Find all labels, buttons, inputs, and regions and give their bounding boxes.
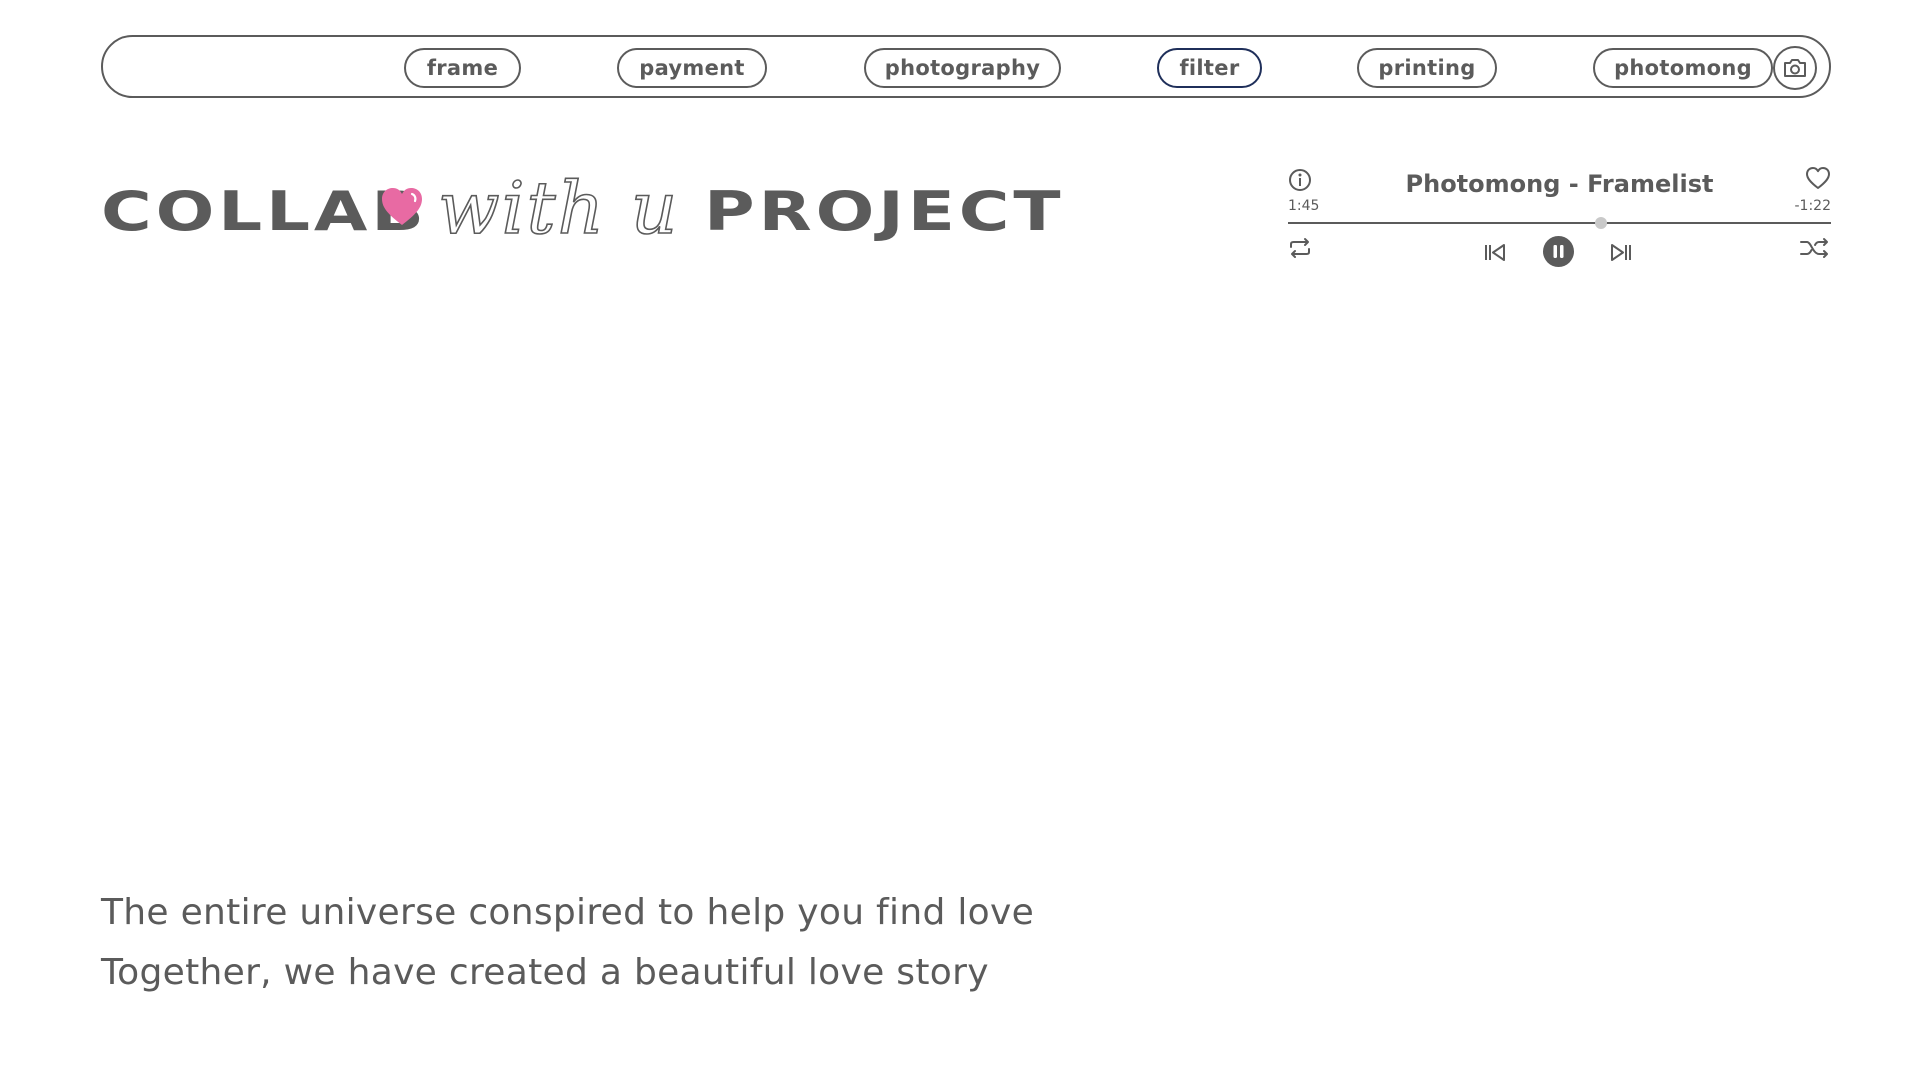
tagline-line-1: The entire universe conspired to help yo… [101, 892, 1035, 933]
track-title: Photomong - Framelist [1405, 170, 1714, 198]
pause-icon [1543, 236, 1574, 267]
previous-button[interactable] [1483, 240, 1507, 264]
headline-word-collab: COLLAB [101, 180, 428, 243]
tagline-line-2: Together, we have created a beautiful lo… [101, 952, 989, 993]
top-nav: frame payment photography filter printin… [101, 35, 1831, 98]
shuffle-button[interactable] [1799, 236, 1831, 260]
progress-knob[interactable] [1594, 217, 1607, 229]
repeat-button[interactable] [1288, 236, 1312, 260]
nav-item-frame[interactable]: frame [404, 48, 521, 88]
next-button[interactable] [1609, 240, 1633, 264]
repeat-icon [1290, 238, 1310, 258]
nav-item-photography[interactable]: photography [864, 48, 1061, 88]
headline-script-with-u: with u [437, 165, 680, 251]
music-player: Photomong - Framelist 1:45 -1:22 [1288, 160, 1831, 270]
skip-next-icon [1611, 244, 1631, 261]
headline-word-project: PROJECT [704, 180, 1065, 243]
camera-button[interactable] [1773, 46, 1817, 90]
elapsed-time: 1:45 [1288, 198, 1320, 214]
nav-item-payment[interactable]: payment [617, 48, 767, 88]
pause-button[interactable] [1543, 236, 1574, 267]
nav-item-filter[interactable]: filter [1157, 48, 1262, 88]
tagline-block: The entire universe conspired to help yo… [101, 883, 1034, 1003]
remaining-time: -1:22 [1794, 198, 1832, 214]
nav-item-printing[interactable]: printing [1357, 48, 1497, 88]
nav-item-photomong[interactable]: photomong [1593, 48, 1773, 88]
heart-icon [382, 188, 422, 225]
progress-track[interactable] [1288, 222, 1831, 224]
page-headline: COLLAB with u PROJECT [101, 160, 1061, 260]
like-button[interactable] [1805, 166, 1831, 190]
camera-icon [1784, 59, 1806, 77]
heart-outline-icon [1806, 167, 1830, 189]
shuffle-icon [1800, 238, 1828, 258]
skip-previous-icon [1485, 244, 1505, 261]
